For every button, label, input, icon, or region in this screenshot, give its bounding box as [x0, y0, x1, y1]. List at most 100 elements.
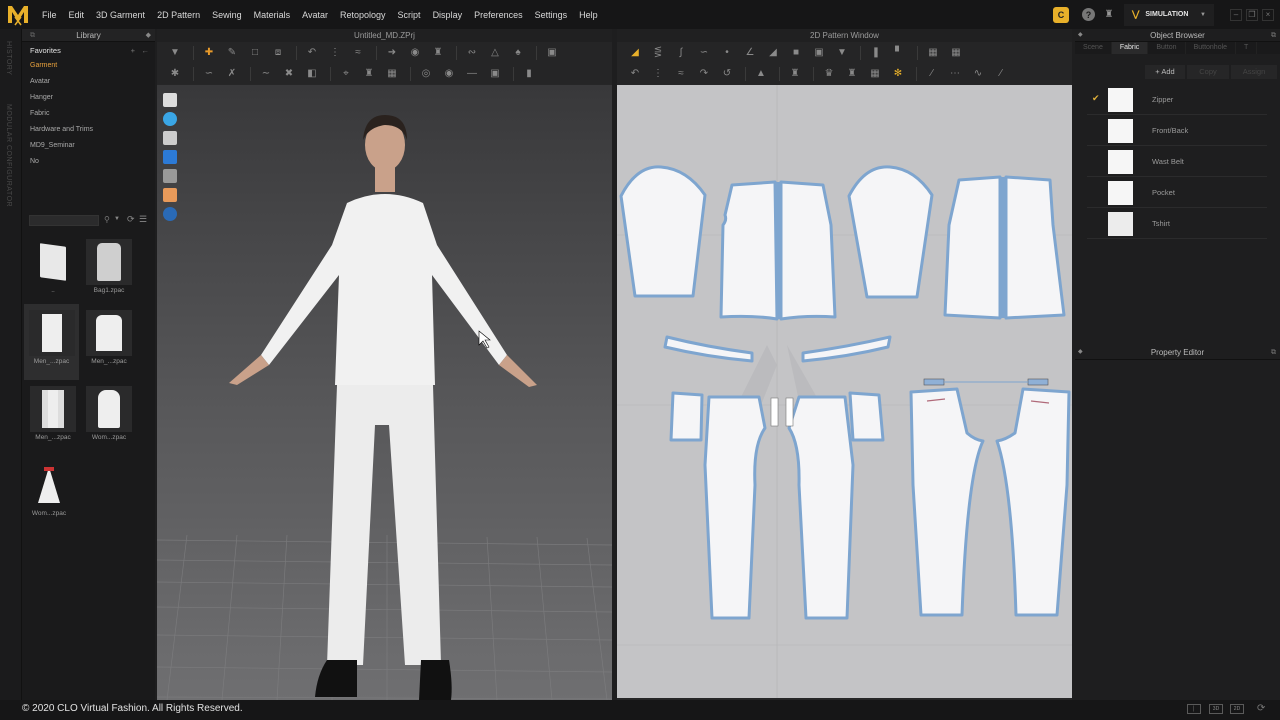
list-view-icon[interactable]: ☰: [139, 214, 147, 225]
trim-icon[interactable]: ✻: [888, 66, 908, 82]
segment-sewing-icon[interactable]: ⋮: [325, 45, 345, 61]
library-item-avatar[interactable]: Avatar: [30, 77, 155, 93]
tab-more[interactable]: T: [1236, 42, 1258, 54]
measure-icon[interactable]: ∼: [256, 66, 276, 82]
menu-file[interactable]: File: [36, 10, 63, 20]
iron-icon[interactable]: ▲: [751, 66, 771, 82]
grid-icon[interactable]: ▦: [946, 45, 966, 61]
transform-pattern-icon[interactable]: ⧈: [268, 45, 288, 61]
mode-selector[interactable]: ⋁ SIMULATION ▼: [1124, 3, 1214, 26]
assign-fabric-button[interactable]: Assign: [1231, 65, 1277, 79]
box-select-icon[interactable]: □: [245, 45, 265, 61]
segment-sewing-icon[interactable]: ⋮: [648, 66, 668, 82]
menu-preferences[interactable]: Preferences: [468, 10, 529, 20]
elastic-icon[interactable]: ∕: [991, 66, 1011, 82]
show-avatar-icon[interactable]: ▣: [542, 45, 562, 61]
menu-sewing[interactable]: Sewing: [206, 10, 248, 20]
undock-icon[interactable]: ⧉: [30, 29, 35, 42]
garment-store-icon[interactable]: ♜: [1101, 7, 1117, 23]
garment-icon[interactable]: ♜: [428, 45, 448, 61]
tab-button[interactable]: Button: [1148, 42, 1186, 54]
curvature-icon[interactable]: ∽: [694, 45, 714, 61]
show-avatar-icon[interactable]: [163, 131, 177, 145]
show-garment-icon[interactable]: [163, 93, 177, 107]
fold-icon[interactable]: ▘: [889, 45, 909, 61]
file-men-3[interactable]: Men_...zpac: [28, 386, 78, 456]
buttonhole-icon[interactable]: ◉: [439, 66, 459, 82]
file-wom-1[interactable]: Wom...zpac: [84, 386, 134, 456]
2d-view-button[interactable]: 2D: [1230, 704, 1244, 714]
fabric-row-pocket[interactable]: Pocket: [1087, 178, 1267, 208]
3d-viewport[interactable]: [157, 85, 612, 700]
rectangle-icon[interactable]: ■: [786, 45, 806, 61]
pin-tool-icon[interactable]: ➜: [382, 45, 402, 61]
topstitch-icon[interactable]: ⋯: [945, 66, 965, 82]
fabric-row-zipper[interactable]: ✔ Zipper: [1087, 85, 1267, 115]
avatar-skin-icon[interactable]: [163, 188, 177, 202]
fabric-row-front-back[interactable]: Front/Back: [1087, 116, 1267, 146]
tab-buttonhole[interactable]: Buttonhole: [1186, 42, 1237, 54]
menu-display[interactable]: Display: [427, 10, 469, 20]
menu-materials[interactable]: Materials: [248, 10, 297, 20]
fold-arrangement-icon[interactable]: △: [485, 45, 505, 61]
select-move-icon[interactable]: ✚: [199, 45, 219, 61]
texture-view-icon[interactable]: [163, 150, 177, 164]
puckering-icon[interactable]: ♜: [359, 66, 379, 82]
piping-icon[interactable]: ∿: [968, 66, 988, 82]
pin-icon[interactable]: ◆: [1078, 346, 1083, 359]
simulation-drop-icon[interactable]: ▼: [165, 45, 185, 61]
sewing-length-icon[interactable]: ↺: [717, 66, 737, 82]
back-icon[interactable]: ←: [142, 46, 150, 55]
free-sewing-icon[interactable]: ≈: [671, 66, 691, 82]
close-button[interactable]: ×: [1262, 8, 1274, 21]
tab-fabric[interactable]: Fabric: [1111, 42, 1149, 54]
polygon-icon[interactable]: ◢: [763, 45, 783, 61]
edit-curve-icon[interactable]: ∫: [671, 45, 691, 61]
library-search-input[interactable]: [29, 215, 99, 226]
file-parent-folder[interactable]: ..: [28, 239, 78, 309]
dart-icon[interactable]: ▼: [832, 45, 852, 61]
library-item-md9-seminar[interactable]: MD9_Seminar: [30, 141, 155, 157]
fabric-row-tshirt[interactable]: Tshirt: [1087, 209, 1267, 239]
restore-button[interactable]: ❐: [1246, 8, 1258, 21]
refresh-icon[interactable]: ⟳: [127, 214, 135, 225]
internal-line-icon[interactable]: ∕: [922, 66, 942, 82]
split-view-icon[interactable]: │: [1187, 704, 1201, 714]
menu-avatar[interactable]: Avatar: [296, 10, 334, 20]
fabric-grain-icon[interactable]: ▦: [865, 66, 885, 82]
library-item-fabric[interactable]: Fabric: [30, 109, 155, 125]
pin-icon[interactable]: ◆: [1078, 29, 1083, 42]
clo-cloud-icon[interactable]: C: [1053, 6, 1069, 23]
library-item-no[interactable]: No: [30, 157, 155, 173]
menu-help[interactable]: Help: [573, 10, 604, 20]
arrangement-icon[interactable]: ∾: [462, 45, 482, 61]
texture-edit-icon[interactable]: ♛: [819, 66, 839, 82]
measure-edit-icon[interactable]: ✖: [279, 66, 299, 82]
show-pattern-icon[interactable]: [163, 112, 177, 126]
undock-icon[interactable]: ⧉: [1271, 29, 1276, 42]
internal-polygon-icon[interactable]: ▣: [809, 45, 829, 61]
garment-select-icon[interactable]: ♜: [785, 66, 805, 82]
filter-dropdown-icon[interactable]: ▼: [114, 216, 120, 222]
lock-icon[interactable]: ▣: [485, 66, 505, 82]
library-item-garment[interactable]: Garment: [30, 61, 155, 77]
menu-script[interactable]: Script: [392, 10, 427, 20]
environment-icon[interactable]: [163, 207, 177, 221]
tack-icon[interactable]: ◉: [405, 45, 425, 61]
refresh-icon[interactable]: ⟳: [1257, 703, 1265, 714]
texture-icon[interactable]: ▦: [382, 66, 402, 82]
history-tab[interactable]: HISTORY: [5, 41, 12, 75]
add-point-icon[interactable]: •: [717, 45, 737, 61]
tape-edit-icon[interactable]: ✗: [222, 66, 242, 82]
menu-3d-garment[interactable]: 3D Garment: [90, 10, 151, 20]
line-icon[interactable]: —: [462, 66, 482, 82]
pleat-icon[interactable]: ❚: [866, 45, 886, 61]
library-item-hardware-trims[interactable]: Hardware and Trims: [30, 125, 155, 141]
copy-fabric-button[interactable]: Copy: [1187, 65, 1229, 79]
help-icon[interactable]: ?: [1082, 8, 1095, 21]
button-icon[interactable]: ◎: [416, 66, 436, 82]
free-sewing-icon[interactable]: ≈: [348, 45, 368, 61]
file-men-1[interactable]: Men_...zpac: [24, 304, 79, 380]
seam-edit-icon[interactable]: ↶: [625, 66, 645, 82]
avatar-select-icon[interactable]: ✱: [165, 66, 185, 82]
